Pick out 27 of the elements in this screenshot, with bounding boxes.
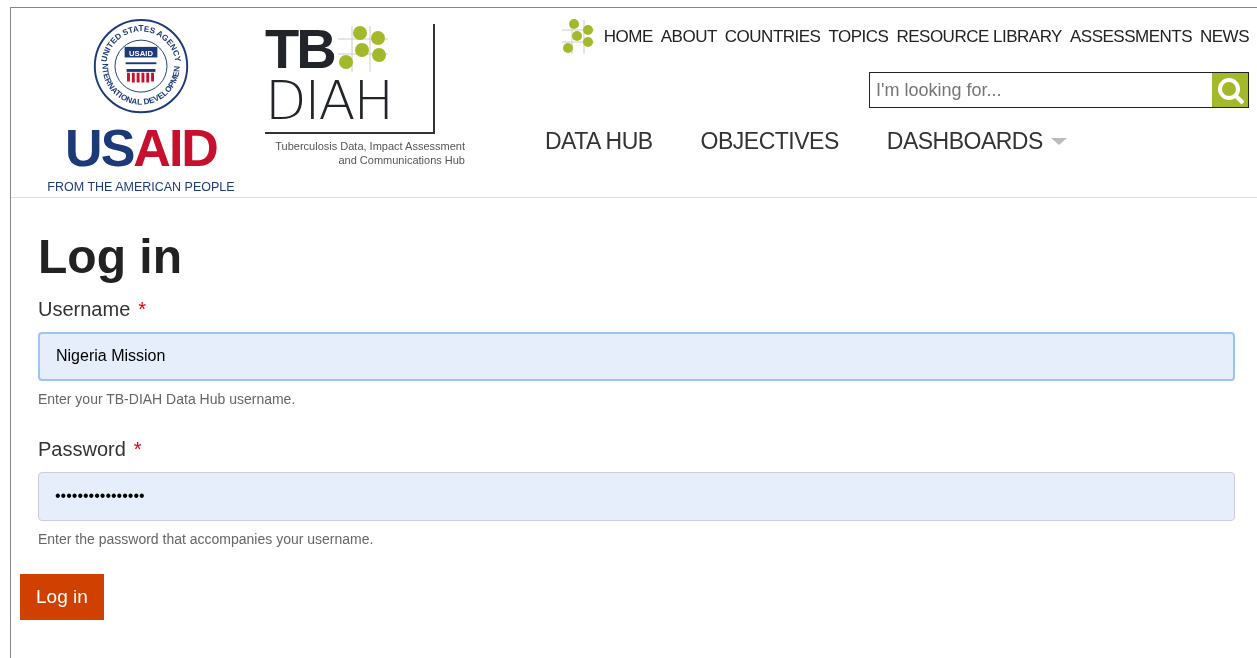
nav-link[interactable]: OBJECTIVES xyxy=(700,124,839,159)
dots-icon[interactable] xyxy=(559,18,596,56)
nav-link[interactable]: HOME xyxy=(603,24,653,50)
logo-text: TB xyxy=(265,24,334,75)
search-icon[interactable] xyxy=(1212,73,1248,107)
logo-tagline: Tuberculosis Data, Impact Assessment and Communications Hub xyxy=(274,140,465,167)
logo-text: DIAH xyxy=(265,74,393,129)
username-field[interactable]: Nigeria Mission xyxy=(38,331,1235,381)
help-text: Enter your TB-DIAH Data Hub username. xyxy=(38,389,297,409)
nav-link[interactable]: NEWS xyxy=(1200,24,1249,50)
nav-link[interactable]: TOPICS xyxy=(828,24,889,50)
password-field[interactable]: •••••••••••••••• xyxy=(38,471,1235,521)
nav-link[interactable]: RESOURCE LIBRARY xyxy=(896,24,1062,50)
login-button[interactable]: Log in xyxy=(20,573,104,621)
nav-link[interactable]: ABOUT xyxy=(660,24,717,50)
nav-link[interactable]: DASHBOARDS xyxy=(886,124,1067,159)
page-title: Log in xyxy=(38,229,183,285)
nav-link[interactable]: COUNTRIES xyxy=(724,24,821,50)
nav-link[interactable]: ASSESSMENTS xyxy=(1069,24,1192,50)
usaid-wordmark: USAID xyxy=(65,122,217,175)
required-asterisk: * xyxy=(133,436,142,462)
field-label: Password xyxy=(38,436,126,462)
field-label: Username xyxy=(38,296,131,322)
required-asterisk: * xyxy=(138,296,147,322)
usaid-tagline: FROM THE AMERICAN PEOPLE xyxy=(47,179,235,197)
nav-link[interactable]: DATA HUB xyxy=(545,124,653,159)
help-text: Enter the password that accompanies your username. xyxy=(38,529,375,549)
